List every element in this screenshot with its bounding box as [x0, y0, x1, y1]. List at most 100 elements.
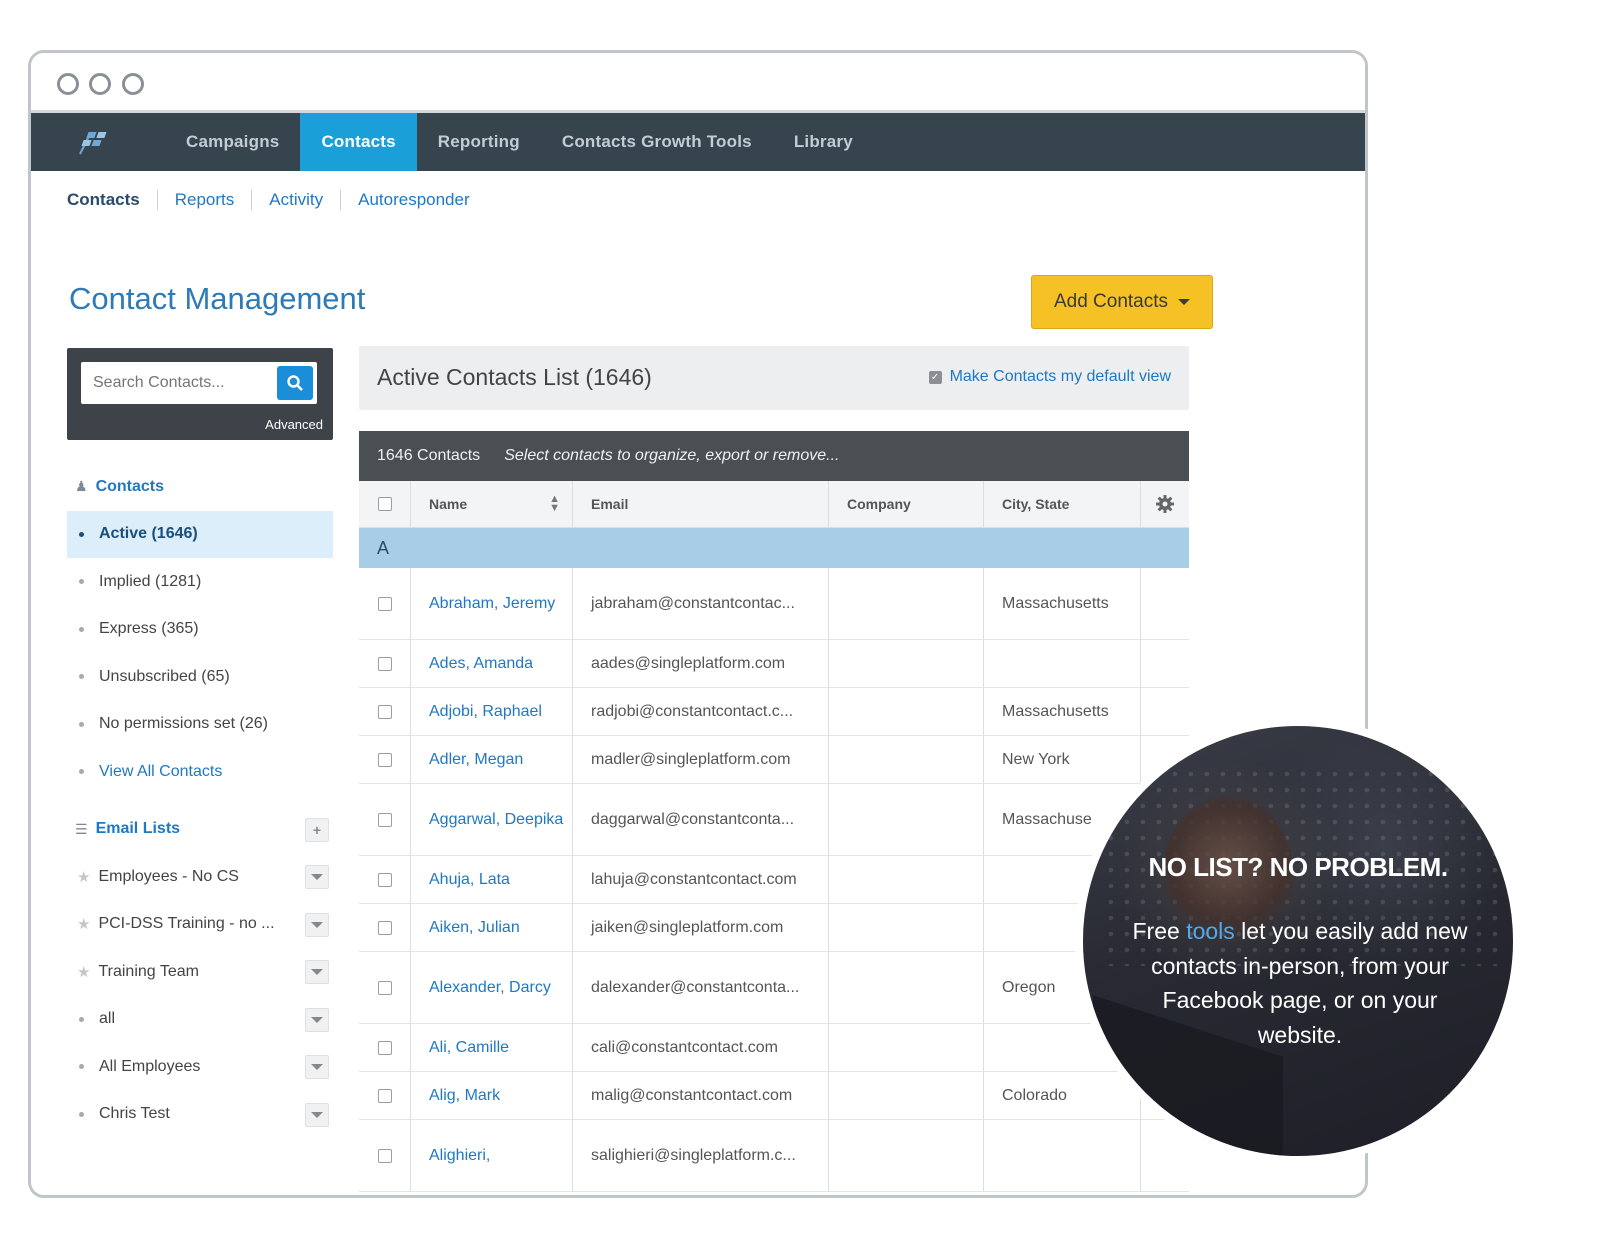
- list-menu-button[interactable]: [305, 960, 329, 984]
- contact-name-link[interactable]: Ahuja, Lata: [411, 856, 573, 903]
- promo-tools-link[interactable]: tools: [1186, 918, 1235, 944]
- list-menu-button[interactable]: [305, 1102, 329, 1127]
- table-row[interactable]: Aiken, Julian jaiken@singleplatform.com: [359, 904, 1189, 952]
- row-checkbox[interactable]: [377, 872, 392, 887]
- sidebar-list-item[interactable]: ★ Training Team: [67, 948, 333, 996]
- caret-down-icon: [311, 921, 323, 928]
- bullet-icon: [79, 1111, 84, 1117]
- promo-headline: NO LIST? NO PROBLEM.: [1148, 852, 1448, 882]
- contact-city: [984, 640, 1141, 687]
- row-checkbox[interactable]: [377, 1040, 392, 1055]
- sidebar-list-item[interactable]: ★ PCI-DSS Training - no ...: [67, 901, 333, 949]
- view-all-contacts-link[interactable]: View All Contacts: [67, 748, 333, 796]
- row-checkbox[interactable]: [377, 704, 392, 719]
- sidebar-list-item[interactable]: Chris Test: [67, 1091, 333, 1139]
- checkbox-checked-icon[interactable]: ✓: [928, 370, 942, 384]
- sort-icon[interactable]: ▲ ▼: [549, 494, 560, 514]
- subnav-reports[interactable]: Reports: [156, 190, 252, 210]
- contact-name-link[interactable]: Alig, Mark: [411, 1072, 573, 1119]
- table-row[interactable]: Ahuja, Lata lahuja@constantcontact.com: [359, 856, 1189, 904]
- sidebar-contacts-header[interactable]: ♟ Contacts: [67, 463, 333, 511]
- window-dot-icon[interactable]: [89, 73, 111, 95]
- table-row[interactable]: Ades, Amanda aades@singleplatform.com: [359, 640, 1189, 688]
- row-checkbox[interactable]: [377, 812, 392, 827]
- sidebar-email-lists-header[interactable]: ☰ Email Lists +: [67, 806, 333, 854]
- star-icon[interactable]: ★: [77, 963, 90, 981]
- default-view-label: Make Contacts my default view: [949, 368, 1171, 385]
- nav-reporting[interactable]: Reporting: [417, 113, 541, 171]
- sidebar-list-item[interactable]: all: [67, 996, 333, 1044]
- search-button[interactable]: [277, 366, 313, 400]
- star-icon[interactable]: ★: [77, 915, 90, 933]
- app-logo-icon[interactable]: [31, 113, 165, 171]
- bullet-icon: [79, 531, 84, 537]
- star-icon[interactable]: ★: [77, 868, 90, 886]
- row-checkbox[interactable]: [377, 596, 392, 611]
- sidebar-item-active[interactable]: Active (1646): [67, 510, 333, 558]
- table-row[interactable]: Adler, Megan madler@singleplatform.com N…: [359, 736, 1189, 784]
- select-all-checkbox[interactable]: [377, 497, 392, 511]
- contact-email: aades@singleplatform.com: [573, 640, 829, 687]
- contact-name-link[interactable]: Adjobi, Raphael: [411, 688, 573, 735]
- contact-name-link[interactable]: Aggarwal, Deepika: [411, 784, 573, 855]
- table-row[interactable]: Abraham, Jeremy jabraham@constantcontac.…: [359, 568, 1189, 640]
- contact-name-link[interactable]: Ali, Camille: [411, 1024, 573, 1071]
- sidebar-list-item[interactable]: All Employees: [67, 1043, 333, 1091]
- sidebar-item-no-permissions[interactable]: No permissions set (26): [67, 701, 333, 749]
- table-row[interactable]: Ali, Camille cali@constantcontact.com: [359, 1024, 1189, 1072]
- nav-campaigns[interactable]: Campaigns: [165, 113, 300, 171]
- page-title: Contact Management: [69, 281, 366, 316]
- table-row[interactable]: Alig, Mark malig@constantcontact.com Col…: [359, 1072, 1189, 1120]
- window-dot-icon[interactable]: [122, 73, 144, 95]
- subnav-contacts[interactable]: Contacts: [67, 190, 157, 210]
- add-list-button[interactable]: +: [305, 817, 329, 842]
- sidebar-item-unsubscribed[interactable]: Unsubscribed (65): [67, 653, 333, 701]
- column-header-name[interactable]: Name ▲ ▼: [411, 481, 573, 527]
- sidebar-item-express[interactable]: Express (365): [67, 606, 333, 654]
- contact-email: daggarwal@constantconta...: [573, 784, 829, 855]
- list-menu-button[interactable]: [305, 865, 329, 889]
- sidebar-list-item[interactable]: ★ Employees - No CS: [67, 853, 333, 901]
- list-menu-button[interactable]: [305, 912, 329, 937]
- list-menu-button[interactable]: [305, 1007, 329, 1032]
- contact-company: [829, 688, 984, 735]
- row-checkbox[interactable]: [377, 1088, 392, 1103]
- column-header-city[interactable]: City, State: [984, 481, 1141, 527]
- window-dot-icon[interactable]: [57, 73, 79, 95]
- contact-name-link[interactable]: Adler, Megan: [411, 736, 573, 783]
- contact-name-link[interactable]: Abraham, Jeremy: [411, 568, 573, 639]
- default-view-toggle[interactable]: ✓ Make Contacts my default view: [928, 368, 1171, 386]
- contact-name-link[interactable]: Aiken, Julian: [411, 904, 573, 951]
- nav-contacts-growth-tools[interactable]: Contacts Growth Tools: [541, 113, 773, 171]
- row-checkbox[interactable]: [377, 656, 392, 671]
- row-checkbox-cell: [359, 784, 411, 855]
- sidebar-item-implied[interactable]: Implied (1281): [67, 558, 333, 606]
- top-nav: Campaigns Contacts Reporting Contacts Gr…: [31, 113, 1365, 171]
- nav-contacts[interactable]: Contacts: [300, 113, 417, 171]
- gear-icon[interactable]: [1155, 494, 1175, 514]
- row-checkbox[interactable]: [377, 1148, 392, 1163]
- column-header-company[interactable]: Company: [829, 481, 984, 527]
- search-input[interactable]: [81, 362, 271, 404]
- subnav-activity[interactable]: Activity: [251, 190, 340, 210]
- caret-down-icon: [311, 969, 323, 975]
- subnav-autoresponder[interactable]: Autoresponder: [340, 190, 487, 210]
- row-checkbox[interactable]: [377, 752, 392, 767]
- contact-name-link[interactable]: Alighieri,: [411, 1120, 573, 1191]
- add-contacts-button[interactable]: Add Contacts: [1031, 275, 1213, 329]
- caret-down-icon: [311, 1016, 323, 1023]
- table-row[interactable]: Aggarwal, Deepika daggarwal@constantcont…: [359, 784, 1189, 856]
- selection-hint: Select contacts to organize, export or r…: [504, 447, 840, 464]
- advanced-search-link[interactable]: Advanced: [265, 417, 323, 432]
- row-checkbox[interactable]: [377, 980, 392, 995]
- row-checkbox[interactable]: [377, 920, 392, 935]
- column-header-email[interactable]: Email: [573, 481, 829, 527]
- nav-library[interactable]: Library: [773, 113, 874, 171]
- table-row[interactable]: Alighieri, salighieri@singleplatform.c..…: [359, 1120, 1189, 1192]
- contact-name-link[interactable]: Ades, Amanda: [411, 640, 573, 687]
- list-menu-button[interactable]: [305, 1055, 329, 1079]
- sidebar-item-label: Express (365): [99, 620, 199, 638]
- table-row[interactable]: Alexander, Darcy dalexander@constantcont…: [359, 952, 1189, 1024]
- table-row[interactable]: Adjobi, Raphael radjobi@constantcontact.…: [359, 688, 1189, 736]
- contact-name-link[interactable]: Alexander, Darcy: [411, 952, 573, 1023]
